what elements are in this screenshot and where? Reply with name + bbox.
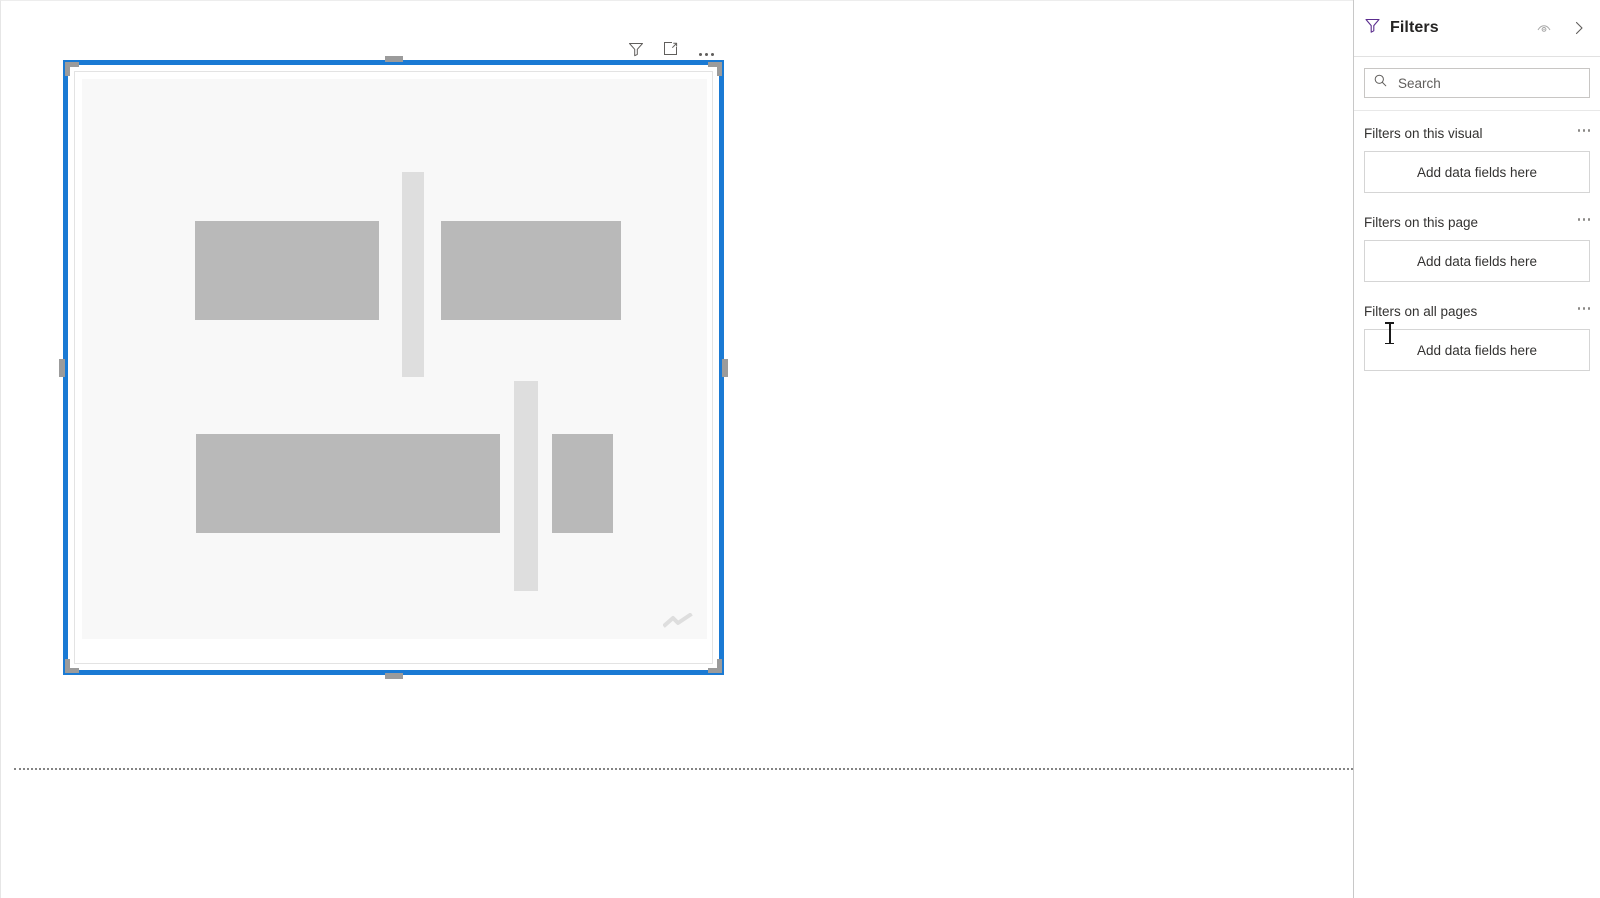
add-data-fields-dropzone[interactable]: Add data fields here bbox=[1364, 151, 1590, 193]
filter-funnel-icon bbox=[1364, 17, 1381, 39]
filter-section-more-options-icon[interactable] bbox=[1577, 129, 1590, 137]
filter-section-title: Filters on all pages bbox=[1364, 303, 1478, 319]
resize-handle-bottom[interactable] bbox=[384, 673, 403, 679]
skeleton-lower-center-bar bbox=[514, 381, 538, 591]
resize-handle-bottom-left[interactable] bbox=[65, 658, 80, 673]
filter-section-header: Filters on this visual bbox=[1364, 121, 1590, 145]
more-options-icon[interactable] bbox=[695, 38, 717, 60]
resize-handle-top[interactable] bbox=[384, 56, 403, 62]
filters-search-wrap: Search bbox=[1354, 57, 1600, 111]
filter-section-header: Filters on all pages bbox=[1364, 299, 1590, 323]
filters-pane-actions bbox=[1535, 19, 1588, 37]
power-bi-report-editor: Filters Search Filters on this visual Ad… bbox=[0, 0, 1600, 898]
filter-section-title: Filters on this visual bbox=[1364, 125, 1483, 141]
skeleton-upper-center-bar bbox=[402, 172, 424, 377]
skeleton-upper-right-rect bbox=[441, 221, 621, 320]
hide-filter-pane-eye-icon[interactable] bbox=[1535, 19, 1553, 37]
filter-icon[interactable] bbox=[625, 38, 647, 60]
skeleton-lower-left-rect bbox=[196, 434, 500, 533]
collapse-pane-chevron-icon[interactable] bbox=[1570, 19, 1588, 37]
resize-handle-top-left[interactable] bbox=[65, 62, 80, 77]
filters-pane-header: Filters bbox=[1354, 0, 1600, 57]
filter-section-more-options-icon[interactable] bbox=[1577, 218, 1590, 226]
filter-section-header: Filters on this page bbox=[1364, 210, 1590, 234]
resize-handle-bottom-right[interactable] bbox=[707, 658, 722, 673]
skeleton-upper-left-rect bbox=[195, 221, 379, 320]
report-canvas-area[interactable] bbox=[0, 0, 1353, 898]
resize-handle-top-right[interactable] bbox=[707, 62, 722, 77]
filter-section-page: Filters on this page Add data fields her… bbox=[1364, 210, 1590, 282]
filter-section-visual: Filters on this visual Add data fields h… bbox=[1364, 121, 1590, 193]
filter-section-all-pages: Filters on all pages Add data fields her… bbox=[1364, 299, 1590, 371]
zigzag-icon bbox=[663, 613, 693, 628]
selected-visual[interactable] bbox=[59, 56, 728, 679]
search-placeholder: Search bbox=[1398, 75, 1441, 91]
visual-placeholder-skeleton bbox=[82, 79, 707, 639]
search-input[interactable]: Search bbox=[1364, 68, 1590, 98]
filters-pane-body: Filters on this visual Add data fields h… bbox=[1354, 111, 1600, 371]
add-data-fields-dropzone[interactable]: Add data fields here bbox=[1364, 240, 1590, 282]
add-data-fields-dropzone[interactable]: Add data fields here bbox=[1364, 329, 1590, 371]
resize-handle-left[interactable] bbox=[59, 358, 65, 377]
page-title: Filters bbox=[1390, 19, 1439, 36]
page-boundary-dotted-line bbox=[14, 768, 1353, 770]
visual-header-toolbar[interactable] bbox=[625, 38, 717, 60]
search-icon bbox=[1373, 73, 1388, 93]
filter-section-title: Filters on this page bbox=[1364, 214, 1479, 230]
focus-mode-icon[interactable] bbox=[660, 38, 682, 60]
filter-section-more-options-icon[interactable] bbox=[1577, 307, 1590, 315]
resize-handle-right[interactable] bbox=[722, 358, 728, 377]
filters-pane: Filters Search Filters on this visual Ad… bbox=[1353, 0, 1600, 898]
visual-body[interactable] bbox=[74, 71, 713, 664]
skeleton-lower-right-rect bbox=[552, 434, 613, 533]
